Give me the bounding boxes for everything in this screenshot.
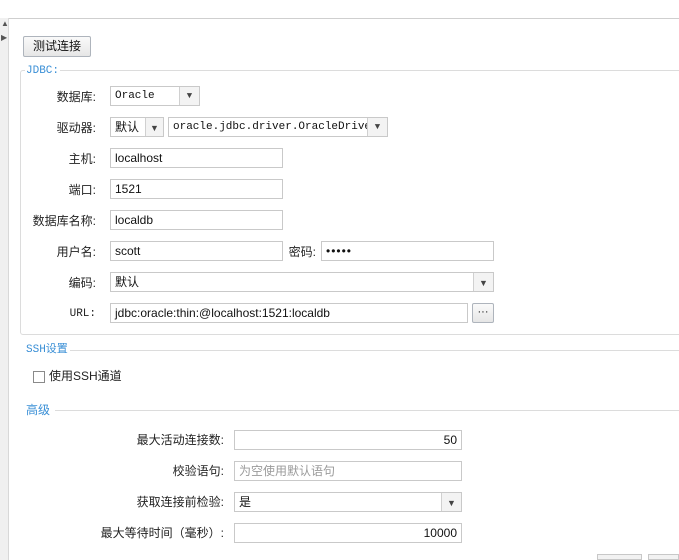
driver-class-value: oracle.jdbc.driver.OracleDriver [173, 121, 378, 133]
jdbc-legend: JDBC: [25, 64, 61, 78]
jdbc-group [20, 70, 679, 335]
username-label: 用户名: [56, 245, 96, 259]
url-more-button[interactable]: ··· [472, 303, 494, 323]
url-label: URL: [69, 308, 96, 320]
max-active-label: 最大活动连接数: [136, 433, 224, 447]
encoding-value: 默认 [115, 275, 140, 289]
username-field[interactable]: scott [110, 241, 283, 261]
encoding-label: 编码: [68, 276, 96, 290]
test-on-borrow-value: 是 [239, 495, 252, 509]
dbname-field[interactable]: localdb [110, 210, 283, 230]
advanced-divider [55, 410, 679, 411]
port-label: 端口: [68, 183, 96, 197]
test-connection-button[interactable]: 测试连接 [23, 36, 91, 57]
ssh-legend: SSH设置 [25, 343, 69, 357]
cancel-button[interactable] [648, 554, 679, 560]
driver-label: 驱动器: [56, 121, 96, 135]
chevron-down-icon[interactable]: ▼ [473, 273, 493, 291]
use-ssh-label[interactable]: 使用SSH通道 [49, 366, 122, 386]
chevron-down-icon[interactable]: ▼ [441, 493, 461, 511]
chevron-down-icon[interactable]: ▼ [367, 118, 387, 136]
ok-button[interactable] [597, 554, 642, 560]
validation-query-field[interactable]: 为空使用默认语句 [234, 461, 462, 481]
ssh-divider [70, 350, 679, 351]
database-label: 数据库: [56, 90, 96, 104]
advanced-legend: 高级 [25, 403, 52, 417]
chevron-down-icon[interactable]: ▼ [179, 87, 199, 105]
url-field[interactable]: jdbc:oracle:thin:@localhost:1521:localdb [110, 303, 468, 323]
database-value: Oracle [115, 90, 155, 102]
dbname-label: 数据库名称: [32, 214, 96, 228]
driver-mode-select[interactable]: 默认 ▼ [110, 117, 164, 137]
driver-mode-value: 默认 [115, 120, 140, 134]
host-label: 主机: [68, 152, 96, 166]
use-ssh-checkbox[interactable] [33, 371, 45, 383]
max-wait-field[interactable]: 10000 [234, 523, 462, 543]
max-wait-label: 最大等待时间（毫秒）: [100, 526, 224, 540]
side-splitter[interactable]: ▲ ▶ [0, 18, 9, 560]
test-on-borrow-select[interactable]: 是 ▼ [234, 492, 462, 512]
database-select[interactable]: Oracle ▼ [110, 86, 200, 106]
encoding-select[interactable]: 默认 ▼ [110, 272, 494, 292]
password-field[interactable]: ••••• [321, 241, 494, 261]
top-divider [0, 0, 679, 19]
triangle-up-icon[interactable]: ▲ [1, 20, 9, 28]
chevron-down-icon[interactable]: ▼ [145, 118, 163, 136]
max-active-field[interactable]: 50 [234, 430, 462, 450]
validation-query-label: 校验语句: [172, 464, 224, 478]
host-field[interactable]: localhost [110, 148, 283, 168]
port-field[interactable]: 1521 [110, 179, 283, 199]
triangle-right-icon[interactable]: ▶ [1, 34, 7, 42]
password-label: 密码: [288, 245, 316, 259]
driver-class-select[interactable]: oracle.jdbc.driver.OracleDriver ▼ [168, 117, 388, 137]
test-on-borrow-label: 获取连接前检验: [136, 495, 224, 509]
